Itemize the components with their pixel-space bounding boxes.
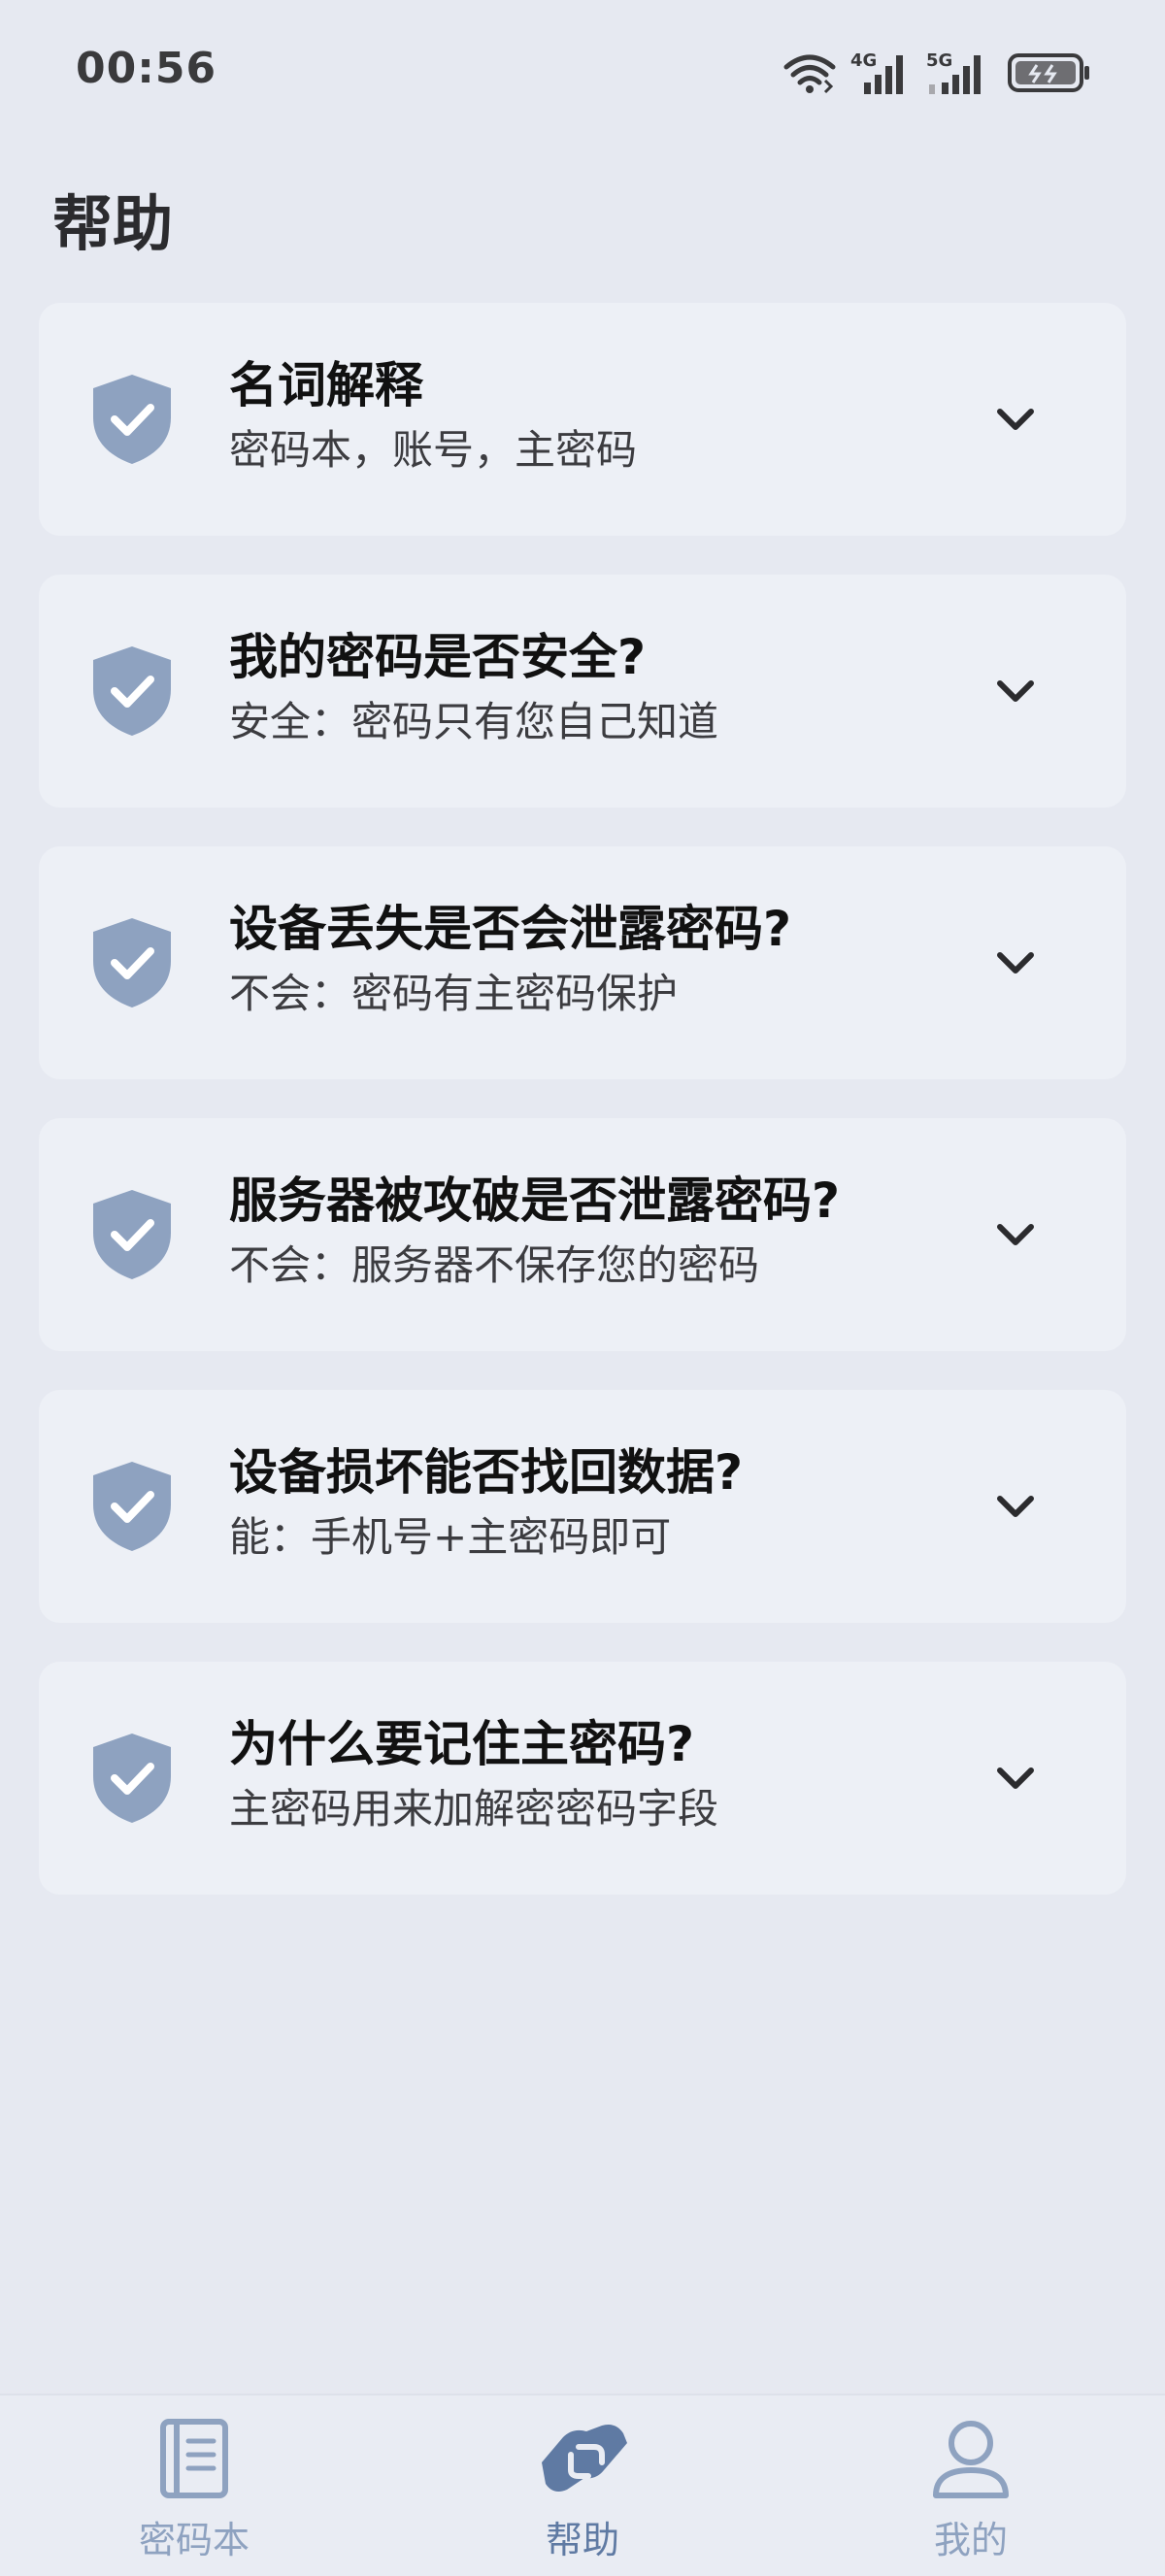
wifi-icon <box>783 54 836 94</box>
battery-icon <box>1008 53 1089 92</box>
faq-answer: 不会：服务器不保存您的密码 <box>229 1241 760 1289</box>
faq-answer: 不会：密码有主密码保护 <box>229 970 679 1017</box>
faq-question: 我的密码是否安全? <box>229 629 647 685</box>
faq-question: 设备丢失是否会泄露密码? <box>229 901 792 957</box>
faq-answer: 安全：密码只有您自己知道 <box>229 698 719 745</box>
faq-answer: 主密码用来加解密密码字段 <box>229 1785 719 1833</box>
chevron-down-icon[interactable] <box>994 1487 1037 1526</box>
shield-check-icon <box>93 375 171 464</box>
signal-5g-icon: 5G <box>926 50 981 94</box>
status-time: 00:56 <box>76 44 217 93</box>
faq-item[interactable]: 为什么要记住主密码? 主密码用来加解密密码字段 <box>39 1662 1126 1895</box>
faq-question: 名词解释 <box>229 357 423 413</box>
person-icon <box>922 2415 1019 2502</box>
faq-answer: 密码本，账号，主密码 <box>229 426 638 474</box>
shield-check-icon <box>93 1462 171 1551</box>
shield-check-icon <box>93 646 171 736</box>
page-title: 帮助 <box>52 188 174 259</box>
nav-item-profile[interactable]: 我的 <box>777 2395 1165 2576</box>
faq-text: 我的密码是否安全? 安全：密码只有您自己知道 <box>229 623 971 753</box>
faq-question: 服务器被攻破是否泄露密码? <box>229 1172 841 1229</box>
nav-label: 密码本 <box>138 2519 250 2561</box>
shield-check-icon <box>93 918 171 1007</box>
handshake-icon <box>534 2415 631 2502</box>
shield-check-icon <box>93 1734 171 1823</box>
status-icons: 4G 5G <box>782 49 1091 97</box>
faq-item[interactable]: 设备损坏能否找回数据? 能：手机号+主密码即可 <box>39 1390 1126 1623</box>
network-4g-label: 4G <box>850 50 877 71</box>
nav-item-help[interactable]: 帮助 <box>388 2395 777 2576</box>
bottom-nav: 密码本 帮助 我的 <box>0 2394 1165 2576</box>
chevron-down-icon[interactable] <box>994 400 1037 439</box>
faq-text: 为什么要记住主密码? 主密码用来加解密密码字段 <box>229 1710 971 1840</box>
signal-4g-icon: 4G <box>850 50 903 94</box>
status-bar: 00:56 4G 5G <box>0 0 1165 146</box>
faq-text: 服务器被攻破是否泄露密码? 不会：服务器不保存您的密码 <box>229 1167 971 1297</box>
chevron-down-icon[interactable] <box>994 1759 1037 1798</box>
faq-text: 设备丢失是否会泄露密码? 不会：密码有主密码保护 <box>229 895 971 1025</box>
faq-question: 为什么要记住主密码? <box>229 1716 695 1772</box>
faq-text: 名词解释 密码本，账号，主密码 <box>229 351 971 481</box>
faq-item[interactable]: 设备丢失是否会泄露密码? 不会：密码有主密码保护 <box>39 846 1126 1079</box>
network-5g-label: 5G <box>926 50 952 71</box>
faq-answer: 能：手机号+主密码即可 <box>229 1513 672 1561</box>
faq-item[interactable]: 服务器被攻破是否泄露密码? 不会：服务器不保存您的密码 <box>39 1118 1126 1351</box>
nav-label: 帮助 <box>545 2519 619 2561</box>
shield-check-icon <box>93 1190 171 1279</box>
nav-label: 我的 <box>933 2519 1008 2561</box>
chevron-down-icon[interactable] <box>994 672 1037 710</box>
chevron-down-icon[interactable] <box>994 1215 1037 1254</box>
book-icon <box>146 2415 243 2502</box>
faq-item[interactable]: 我的密码是否安全? 安全：密码只有您自己知道 <box>39 575 1126 808</box>
faq-item[interactable]: 名词解释 密码本，账号，主密码 <box>39 303 1126 536</box>
faq-question: 设备损坏能否找回数据? <box>229 1444 744 1501</box>
chevron-down-icon[interactable] <box>994 943 1037 982</box>
faq-list: 名词解释 密码本，账号，主密码 我的密码是否安全? 安全：密码只有您自己知道 设… <box>39 303 1126 1933</box>
faq-text: 设备损坏能否找回数据? 能：手机号+主密码即可 <box>229 1438 971 1569</box>
nav-item-passbook[interactable]: 密码本 <box>0 2395 388 2576</box>
